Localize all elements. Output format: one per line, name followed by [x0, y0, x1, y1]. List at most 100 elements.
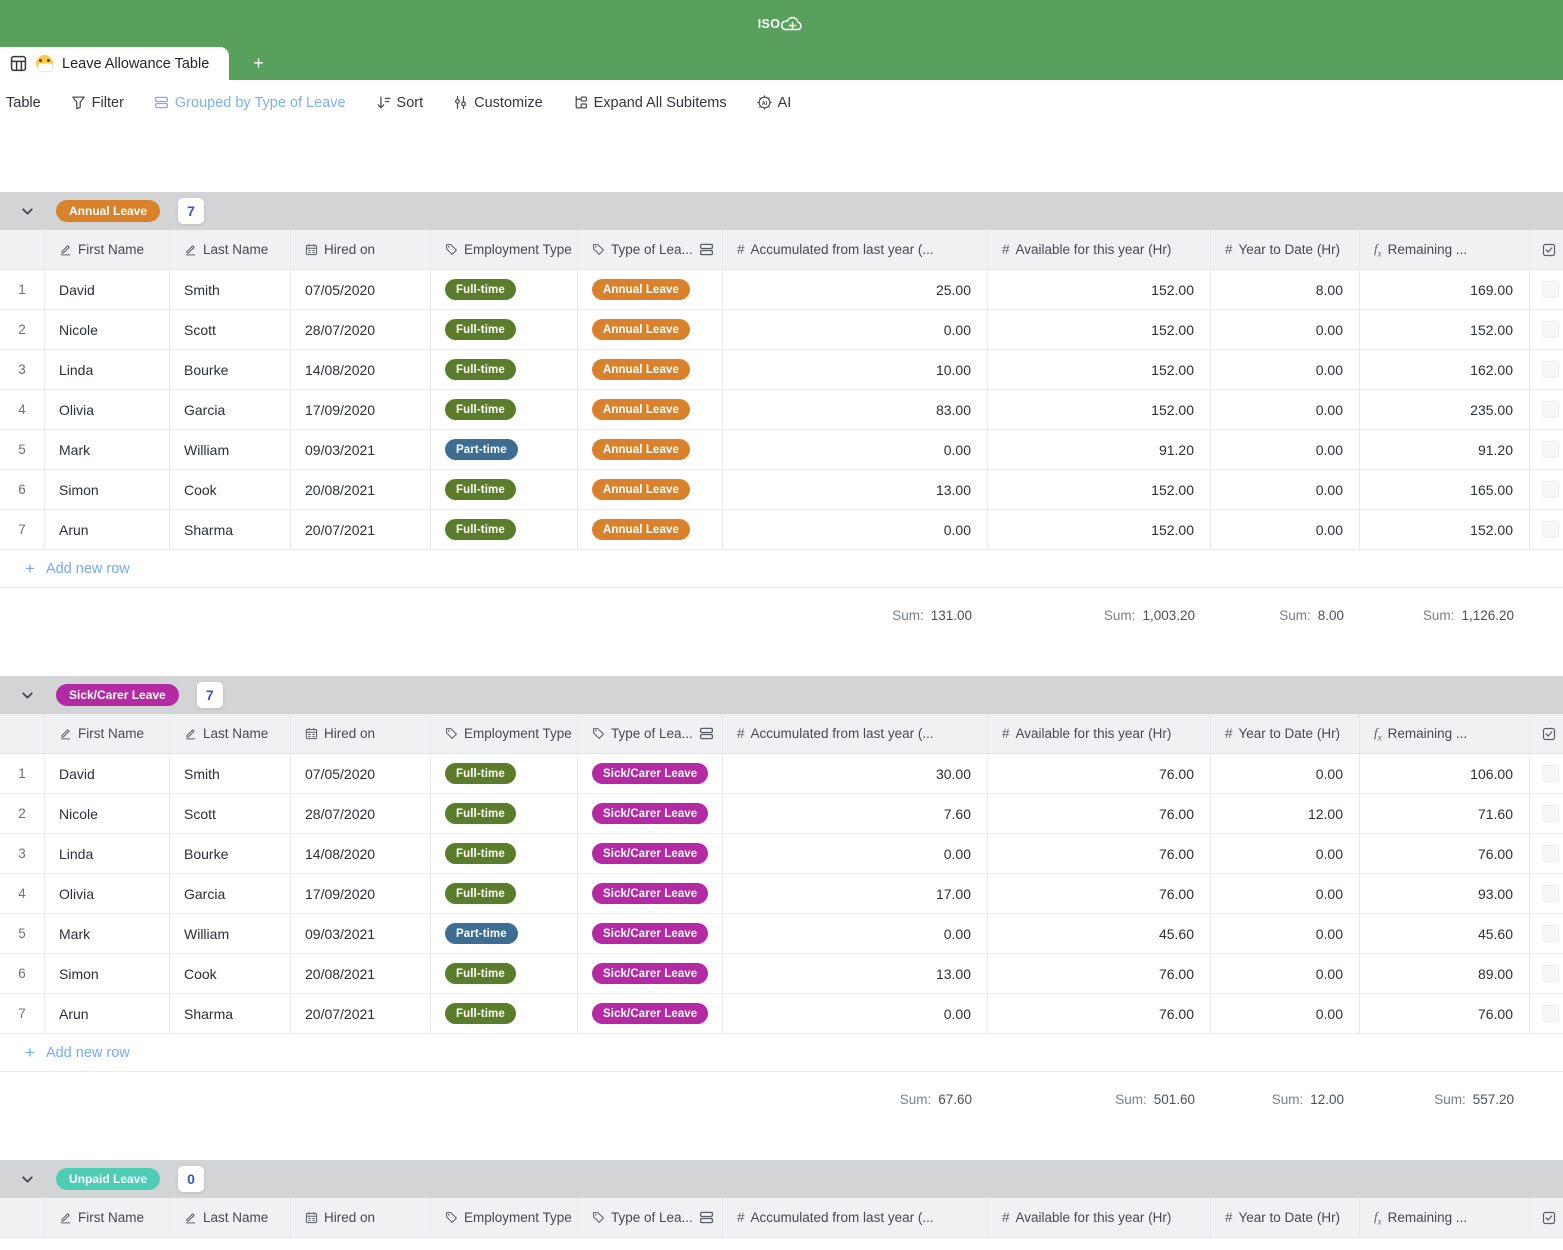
cell-leave[interactable]: Annual Leave: [578, 510, 723, 550]
checkbox[interactable]: [1542, 885, 1559, 902]
add-table-button[interactable]: +: [253, 47, 264, 80]
checkbox[interactable]: [1542, 361, 1559, 378]
cell-available[interactable]: 76.00: [988, 834, 1211, 874]
row-checkbox[interactable]: [1530, 310, 1563, 350]
column-header-remaining[interactable]: fxRemaining ...: [1360, 1198, 1530, 1238]
column-header-available[interactable]: #Available for this year (Hr): [988, 1198, 1211, 1238]
sum-remaining[interactable]: Sum:557.20: [1360, 1080, 1530, 1118]
cell-accumulated[interactable]: 13.00: [723, 954, 988, 994]
cell-leave[interactable]: Sick/Carer Leave: [578, 794, 723, 834]
checkbox[interactable]: [1542, 481, 1559, 498]
checkbox[interactable]: [1542, 925, 1559, 942]
sum-ytd[interactable]: Sum:12.00: [1211, 1080, 1360, 1118]
cell-last[interactable]: Garcia: [170, 390, 291, 430]
cell-hired[interactable]: 17/09/2020: [291, 874, 431, 914]
chevron-down-icon[interactable]: [20, 1172, 35, 1187]
cell-leave[interactable]: Sick/Carer Leave: [578, 954, 723, 994]
checkbox[interactable]: [1542, 1005, 1559, 1022]
cell-last[interactable]: Bourke: [170, 350, 291, 390]
column-header-leave[interactable]: Type of Lea...: [578, 230, 723, 270]
cell-available[interactable]: 152.00: [988, 470, 1211, 510]
cell-leave[interactable]: Annual Leave: [578, 310, 723, 350]
cell-employment[interactable]: Full-time: [431, 754, 578, 794]
checkbox[interactable]: [1542, 965, 1559, 982]
cell-available[interactable]: 76.00: [988, 954, 1211, 994]
cell-accumulated[interactable]: 30.00: [723, 754, 988, 794]
column-header-hired[interactable]: Hired on: [291, 230, 431, 270]
cell-ytd[interactable]: 0.00: [1211, 914, 1360, 954]
toolbar-customize-button[interactable]: Customize: [453, 95, 543, 111]
cell-first[interactable]: Nicole: [45, 794, 170, 834]
checkbox[interactable]: [1542, 845, 1559, 862]
cell-first[interactable]: Arun: [45, 994, 170, 1034]
cell-hired[interactable]: 09/03/2021: [291, 914, 431, 954]
cell-accumulated[interactable]: 10.00: [723, 350, 988, 390]
cell-remaining[interactable]: 91.20: [1360, 430, 1530, 470]
cell-employment[interactable]: Full-time: [431, 834, 578, 874]
column-header-last[interactable]: Last Name: [170, 714, 291, 754]
row-checkbox[interactable]: [1530, 914, 1563, 954]
chevron-down-icon[interactable]: [20, 204, 35, 219]
sum-accumulated[interactable]: Sum:131.00: [723, 596, 988, 634]
cell-hired[interactable]: 20/08/2021: [291, 954, 431, 994]
cell-first[interactable]: Arun: [45, 510, 170, 550]
cell-first[interactable]: Mark: [45, 914, 170, 954]
cell-remaining[interactable]: 162.00: [1360, 350, 1530, 390]
cell-available[interactable]: 76.00: [988, 874, 1211, 914]
cell-ytd[interactable]: 0.00: [1211, 834, 1360, 874]
cell-remaining[interactable]: 106.00: [1360, 754, 1530, 794]
cell-remaining[interactable]: 45.60: [1360, 914, 1530, 954]
sum-accumulated[interactable]: Sum:67.60: [723, 1080, 988, 1118]
cell-last[interactable]: William: [170, 430, 291, 470]
cell-available[interactable]: 152.00: [988, 510, 1211, 550]
cell-available[interactable]: 91.20: [988, 430, 1211, 470]
toolbar-expand-subitems-button[interactable]: Expand All Subitems: [573, 95, 727, 111]
cell-employment[interactable]: Full-time: [431, 794, 578, 834]
sum-available[interactable]: Sum:1,003.20: [988, 596, 1211, 634]
cell-hired[interactable]: 28/07/2020: [291, 310, 431, 350]
cell-employment[interactable]: Part-time: [431, 430, 578, 470]
column-header-ytd[interactable]: #Year to Date (Hr): [1211, 230, 1360, 270]
column-header-first[interactable]: First Name: [45, 714, 170, 754]
cell-employment[interactable]: Full-time: [431, 510, 578, 550]
row-checkbox[interactable]: [1530, 874, 1563, 914]
cell-remaining[interactable]: 235.00: [1360, 390, 1530, 430]
checkbox[interactable]: [1542, 805, 1559, 822]
cell-remaining[interactable]: 169.00: [1360, 270, 1530, 310]
cell-leave[interactable]: Annual Leave: [578, 270, 723, 310]
cell-accumulated[interactable]: 7.60: [723, 794, 988, 834]
cell-available[interactable]: 152.00: [988, 310, 1211, 350]
row-checkbox[interactable]: [1530, 834, 1563, 874]
checkbox[interactable]: [1542, 521, 1559, 538]
cell-remaining[interactable]: 71.60: [1360, 794, 1530, 834]
cell-ytd[interactable]: 0.00: [1211, 994, 1360, 1034]
cell-hired[interactable]: 20/07/2021: [291, 510, 431, 550]
cell-hired[interactable]: 09/03/2021: [291, 430, 431, 470]
cell-hired[interactable]: 07/05/2020: [291, 270, 431, 310]
column-header-employment[interactable]: Employment Type: [431, 1198, 578, 1238]
cell-available[interactable]: 76.00: [988, 794, 1211, 834]
cell-last[interactable]: Bourke: [170, 834, 291, 874]
column-header-check[interactable]: [1530, 230, 1563, 270]
cell-ytd[interactable]: 0.00: [1211, 510, 1360, 550]
column-header-available[interactable]: #Available for this year (Hr): [988, 714, 1211, 754]
cell-ytd[interactable]: 0.00: [1211, 470, 1360, 510]
cell-first[interactable]: Olivia: [45, 874, 170, 914]
cell-available[interactable]: 76.00: [988, 994, 1211, 1034]
column-header-hired[interactable]: Hired on: [291, 714, 431, 754]
cell-accumulated[interactable]: 25.00: [723, 270, 988, 310]
cell-leave[interactable]: Sick/Carer Leave: [578, 994, 723, 1034]
column-header-employment[interactable]: Employment Type: [431, 714, 578, 754]
cell-accumulated[interactable]: 0.00: [723, 834, 988, 874]
sum-available[interactable]: Sum:501.60: [988, 1080, 1211, 1118]
add-new-row-button[interactable]: +Add new row: [0, 550, 1563, 588]
cell-leave[interactable]: Annual Leave: [578, 430, 723, 470]
column-header-ytd[interactable]: #Year to Date (Hr): [1211, 1198, 1360, 1238]
cell-remaining[interactable]: 152.00: [1360, 510, 1530, 550]
cell-last[interactable]: William: [170, 914, 291, 954]
cell-accumulated[interactable]: 83.00: [723, 390, 988, 430]
cell-employment[interactable]: Full-time: [431, 390, 578, 430]
cell-ytd[interactable]: 0.00: [1211, 754, 1360, 794]
column-header-accumulated[interactable]: #Accumulated from last year (...: [723, 230, 988, 270]
sum-remaining[interactable]: Sum:1,126.20: [1360, 596, 1530, 634]
